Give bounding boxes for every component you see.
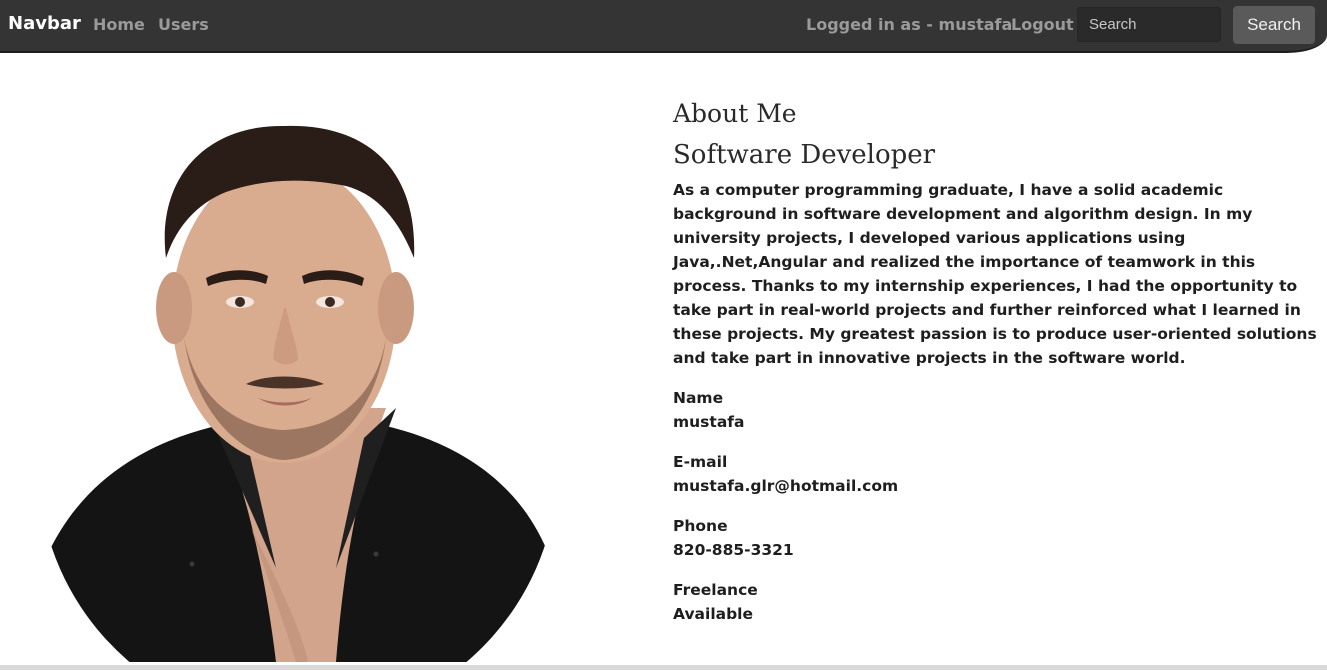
nav-link-users[interactable]: Users (158, 15, 209, 34)
profile-photo (46, 108, 550, 662)
search-button[interactable]: Search (1233, 6, 1315, 44)
job-title: Software Developer (673, 140, 936, 170)
info-value: 820-885-3321 (673, 541, 794, 559)
info-label: Phone (673, 517, 728, 535)
info-label: E-mail (673, 453, 728, 471)
info-item-email: E-mail mustafa.glr@hotmail.com (673, 450, 1327, 498)
info-list: Name mustafa E-mail mustafa.glr@hotmail.… (673, 386, 1327, 626)
about-title: About Me (673, 99, 797, 128)
info-value: mustafa (673, 413, 745, 431)
logout-link[interactable]: Logout (1011, 15, 1074, 34)
navbar: Navbar Home Users Logged in as - mustafa… (0, 0, 1327, 53)
info-item-name: Name mustafa (673, 386, 1327, 434)
info-value: mustafa.glr@hotmail.com (673, 477, 899, 495)
about-section: About Me Software Developer As a compute… (673, 96, 1327, 642)
horizontal-scrollbar[interactable] (0, 665, 1327, 670)
about-description: As a computer programming graduate, I ha… (673, 181, 1317, 367)
navbar-brand[interactable]: Navbar (8, 13, 81, 34)
info-item-freelance: Freelance Available (673, 578, 1327, 626)
info-label: Freelance (673, 581, 758, 599)
logged-in-status: Logged in as - mustafa (806, 15, 1013, 34)
info-label: Name (673, 389, 724, 407)
info-item-phone: Phone 820-885-3321 (673, 514, 1327, 562)
search-input[interactable] (1077, 7, 1221, 42)
nav-link-home[interactable]: Home (93, 15, 145, 34)
info-value: Available (673, 605, 754, 623)
